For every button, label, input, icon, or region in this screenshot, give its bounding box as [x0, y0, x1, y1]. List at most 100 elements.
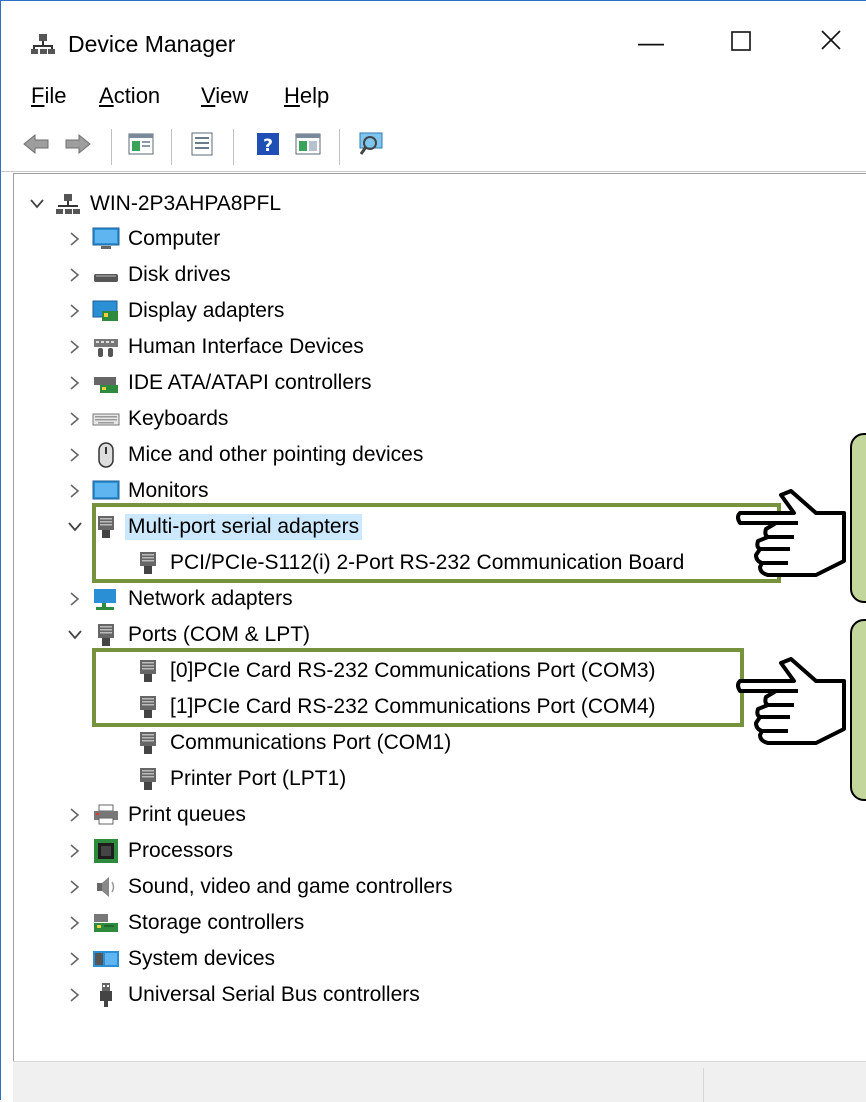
- maximize-button[interactable]: [711, 19, 771, 65]
- pointing-hand-icon: [736, 485, 846, 586]
- computer-icon: [92, 226, 120, 252]
- pointing-hand-icon: [736, 653, 846, 754]
- title-bar[interactable]: Device Manager —: [1, 1, 866, 67]
- close-icon: [820, 27, 842, 58]
- tree-item-computer[interactable]: Computer: [66, 222, 220, 256]
- tree-item-display-adapters[interactable]: Display adapters: [66, 294, 284, 328]
- speaker-icon: [92, 874, 120, 900]
- properties-pane-button[interactable]: [126, 131, 156, 161]
- chevron-right-icon[interactable]: [66, 978, 84, 1012]
- properties-button[interactable]: [187, 131, 217, 161]
- update-driver-button[interactable]: [293, 131, 323, 161]
- window-title: Device Manager: [68, 31, 236, 57]
- toolbar-separator: [339, 129, 340, 165]
- chevron-right-icon[interactable]: [66, 798, 84, 832]
- tree-child-com1[interactable]: Communications Port (COM1): [134, 726, 451, 760]
- back-icon: [22, 133, 50, 160]
- forward-icon: [64, 133, 92, 160]
- back-button[interactable]: [21, 131, 51, 161]
- port-icon: [92, 622, 120, 648]
- chevron-down-icon[interactable]: [28, 187, 46, 221]
- menu-view[interactable]: View: [201, 83, 248, 109]
- chevron-right-icon[interactable]: [66, 438, 84, 472]
- keyboard-icon: [92, 406, 120, 432]
- printer-icon: [92, 802, 120, 828]
- disk-drive-icon: [92, 262, 120, 288]
- chevron-right-icon[interactable]: [66, 330, 84, 364]
- tree-item-mice[interactable]: Mice and other pointing devices: [66, 438, 423, 472]
- tree-item-ports[interactable]: Ports (COM & LPT): [66, 618, 310, 652]
- chevron-right-icon[interactable]: [66, 942, 84, 976]
- toolbar-separator: [171, 129, 172, 165]
- menu-file[interactable]: File: [31, 83, 66, 109]
- forward-button[interactable]: [63, 131, 93, 161]
- chevron-right-icon[interactable]: [66, 870, 84, 904]
- chevron-down-icon[interactable]: [66, 510, 84, 544]
- device-manager-window: Device Manager — File Action View Help ?…: [0, 0, 866, 1102]
- highlight-box-com-ports: [92, 648, 744, 727]
- tree-item-system-devices[interactable]: System devices: [66, 942, 275, 976]
- hid-icon: [92, 334, 120, 360]
- tree-item-print-queues[interactable]: Print queues: [66, 798, 246, 832]
- processor-icon: [92, 838, 120, 864]
- scan-hardware-icon: [358, 131, 386, 162]
- scan-hardware-button[interactable]: [357, 131, 387, 161]
- maximize-icon: [731, 27, 751, 58]
- tree-item-sound-video-game[interactable]: Sound, video and game controllers: [66, 870, 453, 904]
- update-driver-icon: [295, 133, 321, 160]
- properties-pane-icon: [128, 133, 154, 160]
- mouse-icon: [92, 442, 120, 468]
- minimize-button[interactable]: —: [621, 19, 681, 65]
- display-adapter-icon: [92, 298, 120, 324]
- tree-item-storage-controllers[interactable]: Storage controllers: [66, 906, 304, 940]
- chevron-down-icon[interactable]: [66, 618, 84, 652]
- system-device-icon: [92, 946, 120, 972]
- device-tree[interactable]: WIN-2P3AHPA8PFL Computer Disk drives Dis…: [13, 173, 866, 1062]
- menu-action[interactable]: Action: [99, 83, 160, 109]
- toolbar: ?: [1, 123, 866, 172]
- tree-item-keyboards[interactable]: Keyboards: [66, 402, 228, 436]
- tree-item-human-interface-devices[interactable]: Human Interface Devices: [66, 330, 364, 364]
- ide-controller-icon: [92, 370, 120, 396]
- menu-help[interactable]: Help: [284, 83, 329, 109]
- tree-item-disk-drives[interactable]: Disk drives: [66, 258, 231, 292]
- help-icon: ?: [256, 132, 280, 161]
- close-button[interactable]: [801, 19, 861, 65]
- tree-child-lpt1[interactable]: Printer Port (LPT1): [134, 762, 346, 796]
- chevron-right-icon[interactable]: [66, 474, 84, 508]
- tree-root-label: WIN-2P3AHPA8PFL: [90, 192, 281, 215]
- monitor-icon: [92, 478, 120, 504]
- computer-network-icon: [54, 191, 82, 217]
- svg-text:?: ?: [263, 136, 273, 156]
- chevron-right-icon[interactable]: [66, 402, 84, 436]
- toolbar-separator: [111, 129, 112, 165]
- help-button[interactable]: ?: [253, 131, 283, 161]
- chevron-right-icon[interactable]: [66, 222, 84, 256]
- menu-bar: File Action View Help: [1, 77, 866, 117]
- highlight-box-serial-adapter: [92, 503, 781, 583]
- chevron-right-icon[interactable]: [66, 294, 84, 328]
- chevron-right-icon[interactable]: [66, 834, 84, 868]
- tree-item-usb-controllers[interactable]: Universal Serial Bus controllers: [66, 978, 420, 1012]
- tree-item-ide-controllers[interactable]: IDE ATA/ATAPI controllers: [66, 366, 372, 400]
- chevron-right-icon[interactable]: [66, 366, 84, 400]
- minimize-icon: —: [638, 26, 664, 57]
- port-icon: [134, 730, 162, 756]
- device-manager-app-icon: [31, 33, 55, 55]
- storage-controller-icon: [92, 910, 120, 936]
- tree-root[interactable]: WIN-2P3AHPA8PFL: [28, 187, 281, 221]
- toolbar-separator: [233, 129, 234, 165]
- status-bar: [13, 1061, 866, 1102]
- properties-icon: [190, 132, 214, 161]
- chevron-right-icon[interactable]: [66, 258, 84, 292]
- tree-item-processors[interactable]: Processors: [66, 834, 233, 868]
- chevron-right-icon[interactable]: [66, 582, 84, 616]
- network-adapter-icon: [92, 586, 120, 612]
- status-divider: [703, 1068, 704, 1102]
- port-icon: [134, 766, 162, 792]
- callout-box-serial-adapter: [850, 433, 866, 603]
- callout-box-com-ports: [850, 619, 866, 801]
- usb-icon: [92, 982, 120, 1008]
- chevron-right-icon[interactable]: [66, 906, 84, 940]
- tree-item-network-adapters[interactable]: Network adapters: [66, 582, 293, 616]
